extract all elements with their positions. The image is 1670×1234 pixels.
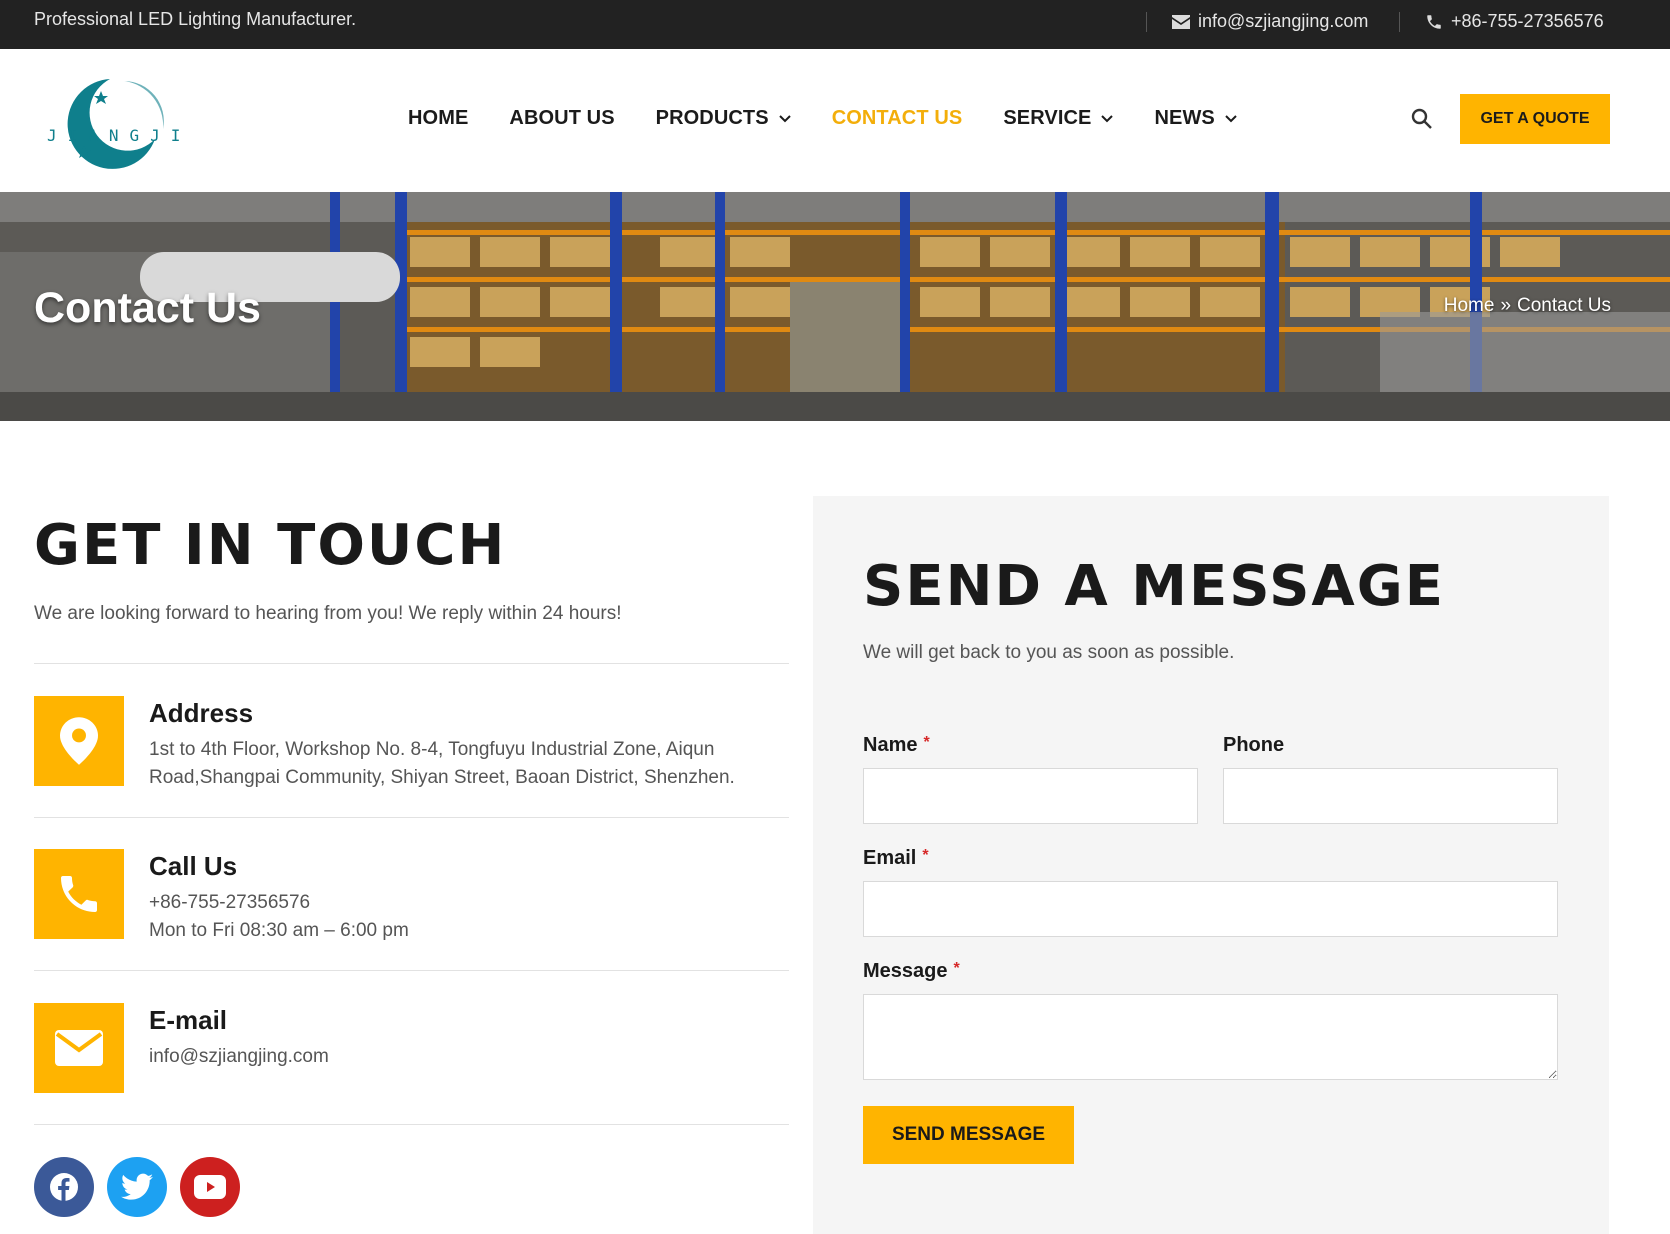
email-input[interactable]: [863, 881, 1558, 937]
search-icon: [1411, 108, 1432, 129]
breadcrumb-separator: »: [1500, 295, 1512, 316]
get-a-quote-button[interactable]: GET A QUOTE: [1460, 94, 1610, 144]
page-title: Contact Us: [34, 284, 261, 332]
breadcrumb: Home » Contact Us: [1444, 295, 1611, 317]
topbar-phone-text: +86-755-27356576: [1451, 11, 1604, 31]
nav-label: PRODUCTS: [655, 107, 769, 129]
phone-input[interactable]: [1223, 768, 1558, 824]
nav-service[interactable]: SERVICE: [1003, 107, 1114, 130]
main-nav: HOME ABOUT US PRODUCTS CONTACT US SERVIC…: [408, 107, 1278, 130]
youtube-link[interactable]: [180, 1157, 240, 1217]
youtube-icon: [194, 1175, 226, 1199]
nav-about-us[interactable]: ABOUT US: [509, 107, 614, 130]
envelope-icon: [1172, 14, 1190, 29]
email-title: E-mail: [149, 1005, 228, 1035]
topbar-separator: [1146, 12, 1147, 32]
topbar-email-text: info@szjiangjing.com: [1198, 11, 1369, 31]
chevron-down-icon: [1225, 114, 1237, 122]
call-us-block: Call Us +86-755-27356576 Mon to Fri 08:3…: [34, 849, 789, 941]
address-text: 1st to 4th Floor, Workshop No. 8-4, Tong…: [149, 739, 735, 788]
social-links: [34, 1157, 240, 1217]
email-block: E-mail info@szjiangjing.com: [34, 1003, 789, 1095]
chevron-down-icon: [778, 114, 791, 122]
facebook-link[interactable]: [34, 1157, 94, 1217]
topbar-email-link[interactable]: info@szjiangjing.com: [1172, 11, 1368, 32]
nav-label: ABOUT US: [509, 107, 615, 129]
name-label-text: Name: [863, 734, 918, 756]
nav-news[interactable]: NEWS: [1154, 107, 1237, 130]
get-in-touch-intro: We are looking forward to hearing from y…: [34, 603, 622, 624]
message-label: Message *: [863, 960, 960, 983]
nav-home[interactable]: HOME: [408, 107, 468, 130]
call-us-phone: +86-755-27356576: [149, 892, 311, 913]
phone-icon: [61, 876, 97, 912]
map-pin-icon: [60, 717, 98, 765]
divider: [34, 1124, 789, 1125]
twitter-icon: [121, 1173, 153, 1200]
nav-label: SERVICE: [1003, 107, 1092, 129]
twitter-link[interactable]: [107, 1157, 167, 1217]
address-icon-box: [34, 696, 124, 786]
required-mark: *: [923, 734, 930, 751]
message-textarea[interactable]: [863, 994, 1558, 1080]
get-in-touch-heading: GET IN TOUCH: [34, 513, 507, 578]
nav-products[interactable]: PRODUCTS: [656, 107, 791, 130]
call-icon-box: [34, 849, 124, 939]
top-bar: Professional LED Lighting Manufacturer. …: [0, 0, 1670, 49]
send-message-form: SEND A MESSAGE We will get back to you a…: [813, 496, 1609, 1234]
svg-text:JIANGJING: JIANGJING: [47, 126, 190, 145]
call-us-text: +86-755-27356576 Mon to Fri 08:30 am – 6…: [149, 889, 779, 945]
send-message-subtitle: We will get back to you as soon as possi…: [863, 642, 1235, 663]
call-us-title: Call Us: [149, 851, 238, 881]
breadcrumb-current: Contact Us: [1517, 295, 1611, 316]
email-icon-box: [34, 1003, 124, 1093]
nav-label: CONTACT US: [831, 107, 963, 129]
nav-contact-us[interactable]: CONTACT US: [832, 107, 963, 130]
phone-icon: [1427, 14, 1441, 29]
chevron-down-icon: [1101, 114, 1114, 122]
divider: [34, 970, 789, 971]
send-message-button[interactable]: SEND MESSAGE: [863, 1106, 1074, 1164]
envelope-icon: [55, 1030, 103, 1066]
topbar-separator: [1399, 12, 1400, 32]
breadcrumb-home-link[interactable]: Home: [1444, 295, 1495, 317]
email-label: Email *: [863, 847, 929, 870]
call-us-hours: Mon to Fri 08:30 am – 6:00 pm: [149, 920, 409, 941]
send-message-heading: SEND A MESSAGE: [863, 554, 1445, 619]
address-title: Address: [149, 698, 254, 728]
nav-label: NEWS: [1154, 107, 1215, 129]
name-input[interactable]: [863, 768, 1198, 824]
divider: [34, 663, 789, 664]
required-mark: *: [922, 847, 929, 864]
required-mark: *: [953, 960, 960, 977]
email-text: info@szjiangjing.com: [149, 1046, 329, 1067]
nav-label: HOME: [408, 107, 469, 129]
logo-mark: JIANGJING: [47, 79, 222, 169]
search-button[interactable]: [1410, 107, 1436, 133]
page-banner: Contact Us Home » Contact Us: [0, 192, 1670, 421]
tagline: Professional LED Lighting Manufacturer.: [34, 9, 357, 29]
email-label-text: Email: [863, 847, 917, 869]
site-logo[interactable]: JIANGJING: [40, 69, 222, 171]
name-label: Name *: [863, 734, 930, 757]
message-label-text: Message: [863, 960, 948, 982]
site-header: JIANGJING HOME ABOUT US PRODUCTS CONTACT…: [0, 49, 1670, 192]
address-block: Address 1st to 4th Floor, Workshop No. 8…: [34, 696, 789, 788]
topbar-phone-link[interactable]: +86-755-27356576: [1425, 11, 1604, 32]
facebook-icon: [50, 1173, 78, 1201]
divider: [34, 817, 789, 818]
phone-label: Phone: [1223, 734, 1285, 756]
